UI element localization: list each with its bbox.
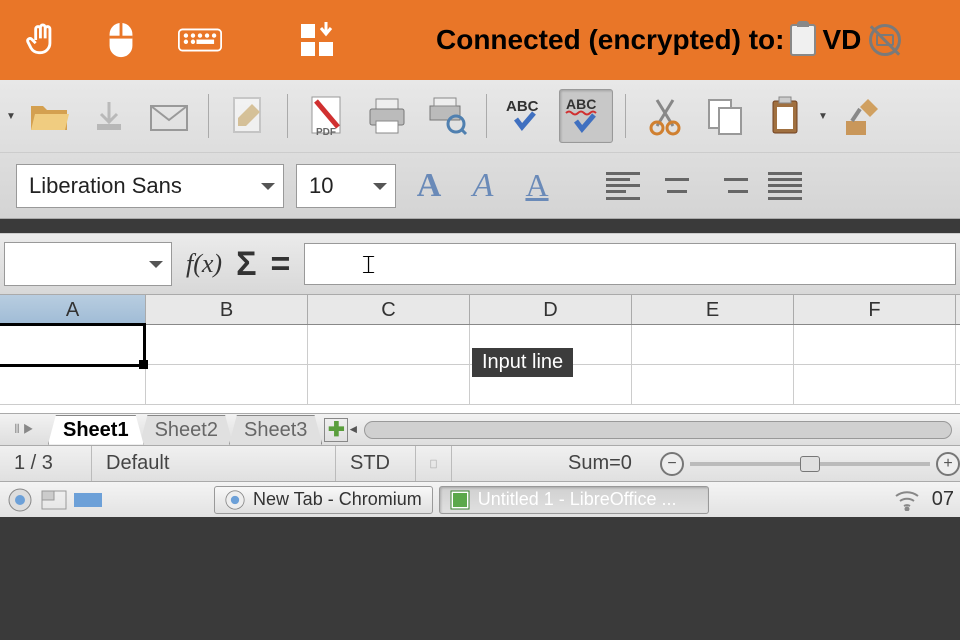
column-header-d[interactable]: D <box>470 295 632 324</box>
align-center-button[interactable] <box>656 165 698 207</box>
format-paintbrush-button[interactable] <box>834 89 888 143</box>
email-button[interactable] <box>142 89 196 143</box>
zoom-in-button[interactable]: + <box>936 452 960 476</box>
svg-text:ABC: ABC <box>566 96 596 112</box>
paste-button[interactable] <box>758 89 812 143</box>
export-pdf-button[interactable]: PDF <box>300 89 354 143</box>
vnc-toolbar: Connected (encrypted) to: VD <box>0 0 960 80</box>
sheet-tab-bar: ⦀ ▶ Sheet1 Sheet2 Sheet3 ✚ <box>0 413 960 445</box>
sum-button[interactable]: Σ <box>236 245 256 284</box>
os-taskbar: New Tab - Chromium Untitled 1 - LibreOff… <box>0 481 960 517</box>
horizontal-scrollbar[interactable] <box>364 421 952 439</box>
spellcheck-button[interactable]: ABC <box>499 89 553 143</box>
formatting-toolbar: Liberation Sans 10 A A A <box>0 152 960 218</box>
desktop-switcher-icon[interactable] <box>40 487 68 513</box>
paste-dropdown-arrow[interactable]: ▼ <box>818 111 828 122</box>
italic-button[interactable]: A <box>462 165 504 207</box>
status-insert-mode[interactable]: STD <box>336 446 416 481</box>
bold-button[interactable]: A <box>408 165 450 207</box>
svg-text:PDF: PDF <box>316 127 336 137</box>
print-preview-button[interactable] <box>420 89 474 143</box>
taskbar-clock[interactable]: 07 <box>932 488 954 511</box>
print-button[interactable] <box>360 89 414 143</box>
status-sum[interactable]: Sum=0 <box>554 446 652 481</box>
vnc-target: VD <box>822 24 861 56</box>
open-button[interactable] <box>22 89 76 143</box>
zoom-control: − + <box>660 452 960 476</box>
edit-button[interactable] <box>221 89 275 143</box>
align-right-button[interactable] <box>710 165 752 207</box>
new-dropdown-arrow[interactable]: ▼ <box>6 111 16 122</box>
text-cursor-icon: 𝙸 <box>359 250 377 281</box>
zoom-slider[interactable] <box>690 462 930 466</box>
standard-toolbar: ▼ PDF ABC ABC <box>0 80 960 152</box>
status-page-style[interactable]: Default <box>92 446 336 481</box>
function-wizard-button[interactable]: f(x) <box>186 249 222 279</box>
name-box[interactable] <box>4 242 172 286</box>
function-equals-button[interactable]: = <box>271 245 291 284</box>
vnc-status-label: Connected (encrypted) to: <box>436 24 784 56</box>
status-bar: 1 / 3 Default STD Sum=0 − + <box>0 445 960 481</box>
taskbar-calc-label: Untitled 1 - LibreOffice ... <box>478 489 677 510</box>
keyboard-icon[interactable] <box>178 18 222 62</box>
align-left-button[interactable] <box>602 165 644 207</box>
sheet-tab-2[interactable]: Sheet2 <box>140 415 233 445</box>
active-cell-cursor <box>0 323 146 367</box>
desktop-background <box>0 517 960 557</box>
column-header-a[interactable]: A <box>0 295 146 324</box>
column-header-b[interactable]: B <box>146 295 308 324</box>
clipboard-icon <box>790 24 816 56</box>
input-line[interactable]: 𝙸 <box>304 243 956 285</box>
sheet-tab-1[interactable]: Sheet1 <box>48 415 144 445</box>
align-justify-button[interactable] <box>764 165 806 207</box>
toolbars: ▼ PDF ABC ABC <box>0 80 960 219</box>
sheet-tab-3[interactable]: Sheet3 <box>229 415 322 445</box>
no-display-icon <box>869 24 901 56</box>
formula-bar: f(x) Σ = 𝙸 <box>0 233 960 295</box>
tooltip: Input line <box>472 348 573 377</box>
tiles-icon[interactable] <box>297 18 341 62</box>
svg-text:ABC: ABC <box>506 98 539 115</box>
underline-button[interactable]: A <box>516 165 558 207</box>
save-button[interactable] <box>82 89 136 143</box>
status-sheet-position: 1 / 3 <box>0 446 92 481</box>
column-header-f[interactable]: F <box>794 295 956 324</box>
mouse-icon[interactable] <box>99 18 143 62</box>
font-name-value: Liberation Sans <box>29 173 182 199</box>
copy-button[interactable] <box>698 89 752 143</box>
chromium-launcher-icon[interactable] <box>6 487 34 513</box>
taskbar-chromium-label: New Tab - Chromium <box>253 489 422 510</box>
auto-spellcheck-button[interactable]: ABC <box>559 89 613 143</box>
taskbar-chromium-window[interactable]: New Tab - Chromium <box>214 486 433 514</box>
status-signature <box>416 446 452 481</box>
workspace-icon[interactable] <box>74 487 102 513</box>
column-header-c[interactable]: C <box>308 295 470 324</box>
tab-nav-buttons[interactable]: ⦀ ▶ <box>0 422 48 437</box>
taskbar-calc-window[interactable]: Untitled 1 - LibreOffice ... <box>439 486 709 514</box>
font-name-combo[interactable]: Liberation Sans <box>16 164 284 208</box>
vnc-status-text: Connected (encrypted) to: VD <box>436 24 901 56</box>
column-headers: A B C D E F <box>0 295 960 325</box>
network-icon[interactable] <box>894 489 920 511</box>
column-header-e[interactable]: E <box>632 295 794 324</box>
hand-icon[interactable] <box>20 18 64 62</box>
font-size-combo[interactable]: 10 <box>296 164 396 208</box>
font-size-value: 10 <box>309 173 333 199</box>
cut-button[interactable] <box>638 89 692 143</box>
add-sheet-button[interactable]: ✚ <box>324 418 348 442</box>
zoom-out-button[interactable]: − <box>660 452 684 476</box>
